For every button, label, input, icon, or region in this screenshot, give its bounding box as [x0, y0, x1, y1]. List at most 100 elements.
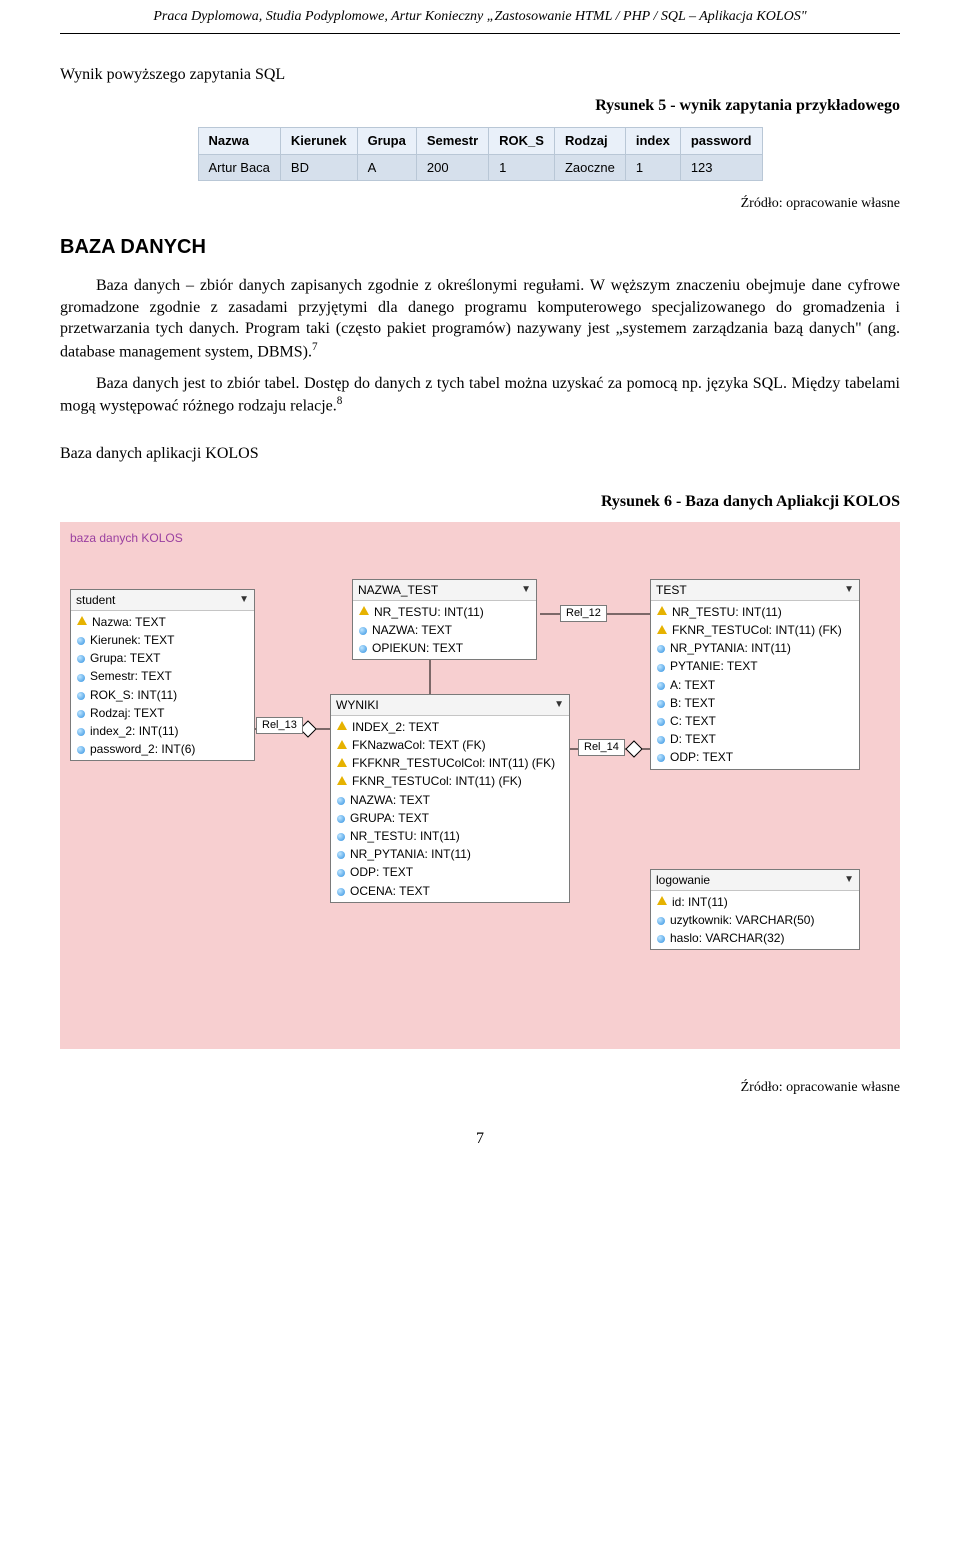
column-item: NR_TESTU: INT(11): [353, 603, 536, 621]
column-item: Rodzaj: TEXT: [71, 704, 254, 722]
column-item: A: TEXT: [651, 676, 859, 694]
column-text: NR_TESTU: INT(11): [672, 604, 782, 620]
figure-5-source: Źródło: opracowanie własne: [60, 195, 900, 214]
table-name: TEST: [656, 582, 840, 598]
column-icon: [337, 797, 345, 805]
table-row: Artur BacaBDA2001Zaoczne1123: [199, 155, 762, 181]
table-name: NAZWA_TEST: [358, 582, 517, 598]
column-text: FKNR_TESTUCol: INT(11) (FK): [672, 622, 842, 638]
figure-6-caption: Rysunek 6 - Baza danych Apliakcji KOLOS: [60, 491, 900, 513]
column-icon: [77, 655, 85, 663]
chevron-down-icon[interactable]: ▼: [239, 593, 249, 607]
column-header: password: [681, 128, 762, 155]
footnote-ref-7: 7: [312, 341, 318, 353]
key-icon: [657, 606, 667, 615]
schema-table-nazwa-test[interactable]: NAZWA_TEST ▼ NR_TESTU: INT(11) NAZWA: TEXT…: [352, 579, 537, 661]
schema-table-student[interactable]: student▼ Nazwa: TEXTKierunek: TEXTGrupa:…: [70, 589, 255, 762]
sub-heading: Baza danych aplikacji KOLOS: [60, 443, 900, 465]
section-title-baza-danych: BAZA DANYCH: [60, 234, 900, 261]
column-icon: [337, 869, 345, 877]
column-text: FKFKNR_TESTUColCol: INT(11) (FK): [352, 755, 555, 771]
body-paragraph-2: Baza danych jest to zbiór tabel. Dostęp …: [60, 373, 900, 418]
column-item: index_2: INT(11): [71, 722, 254, 740]
column-item: C: TEXT: [651, 712, 859, 730]
key-icon: [337, 721, 347, 730]
column-text: NAZWA: TEXT: [372, 622, 452, 638]
key-icon: [337, 740, 347, 749]
table-cell: 123: [681, 155, 762, 181]
column-text: FKNazwaCol: TEXT (FK): [352, 737, 486, 753]
column-text: NAZWA: TEXT: [350, 792, 430, 808]
column-text: Semestr: TEXT: [90, 668, 172, 684]
column-icon: [77, 746, 85, 754]
key-icon: [359, 606, 369, 615]
column-text: NR_PYTANIA: INT(11): [670, 640, 791, 656]
column-item: NR_PYTANIA: INT(11): [651, 639, 859, 657]
column-header: Semestr: [417, 128, 489, 155]
chevron-down-icon[interactable]: ▼: [521, 583, 531, 597]
relation-label-12: Rel_12: [560, 605, 607, 622]
column-list: NR_TESTU: INT(11) NAZWA: TEXT OPIEKUN: TEX…: [353, 601, 536, 660]
column-text: D: TEXT: [670, 731, 716, 747]
body-paragraph-1: Baza danych – zbiór danych zapisanych zg…: [60, 275, 900, 363]
table-name: logowanie: [656, 872, 840, 888]
chevron-down-icon[interactable]: ▼: [844, 873, 854, 887]
column-item: NR_PYTANIA: INT(11): [331, 845, 569, 863]
schema-table-test[interactable]: TEST ▼ NR_TESTU: INT(11) FKNR_TESTUCol: IN…: [650, 579, 860, 770]
column-text: ROK_S: INT(11): [90, 687, 177, 703]
column-icon: [359, 645, 367, 653]
column-item: OPIEKUN: TEXT: [353, 639, 536, 657]
column-item: NR_TESTU: INT(11): [331, 827, 569, 845]
column-text: NR_TESTU: INT(11): [374, 604, 484, 620]
column-item: FKFKNR_TESTUColCol: INT(11) (FK): [331, 754, 569, 772]
schema-table-wyniki[interactable]: WYNIKI ▼ INDEX_2: TEXT FKNazwaCol: TEXT (F…: [330, 694, 570, 903]
column-list: INDEX_2: TEXT FKNazwaCol: TEXT (FK) FKFKNR…: [331, 716, 569, 902]
footnote-ref-8: 8: [337, 395, 343, 407]
column-item: Kierunek: TEXT: [71, 631, 254, 649]
key-icon: [337, 776, 347, 785]
column-icon: [77, 637, 85, 645]
key-icon: [657, 625, 667, 634]
column-icon: [657, 718, 665, 726]
column-item: ODP: TEXT: [651, 748, 859, 766]
column-text: PYTANIE: TEXT: [670, 658, 758, 674]
column-item: uzytkownik: VARCHAR(50): [651, 911, 859, 929]
column-item: B: TEXT: [651, 694, 859, 712]
column-text: uzytkownik: VARCHAR(50): [670, 912, 814, 928]
column-header: Grupa: [358, 128, 417, 155]
column-text: C: TEXT: [670, 713, 716, 729]
column-text: GRUPA: TEXT: [350, 810, 429, 826]
column-header: Rodzaj: [555, 128, 626, 155]
column-item: haslo: VARCHAR(32): [651, 929, 859, 947]
column-text: OCENA: TEXT: [350, 883, 430, 899]
table-cell: A: [358, 155, 417, 181]
column-text: ODP: TEXT: [670, 749, 733, 765]
table-name: WYNIKI: [336, 697, 550, 713]
column-text: INDEX_2: TEXT: [352, 719, 439, 735]
column-text: NR_TESTU: INT(11): [350, 828, 460, 844]
column-item: NAZWA: TEXT: [331, 791, 569, 809]
column-icon: [337, 833, 345, 841]
column-item: id: INT(11): [651, 893, 859, 911]
column-list: NR_TESTU: INT(11) FKNR_TESTUCol: INT(11) …: [651, 601, 859, 769]
table-cell: 200: [417, 155, 489, 181]
schema-diagram: baza danych KOLOS student▼ Nazwa: TEXTKi…: [60, 522, 900, 1048]
column-item: Nazwa: TEXT: [71, 613, 254, 631]
column-item: Semestr: TEXT: [71, 667, 254, 685]
key-icon: [337, 758, 347, 767]
column-header: ROK_S: [489, 128, 555, 155]
column-item: GRUPA: TEXT: [331, 809, 569, 827]
column-item: OCENA: TEXT: [331, 882, 569, 900]
chevron-down-icon[interactable]: ▼: [554, 698, 564, 712]
column-text: id: INT(11): [672, 894, 728, 910]
column-item: NAZWA: TEXT: [353, 621, 536, 639]
column-icon: [657, 736, 665, 744]
column-icon: [77, 674, 85, 682]
column-item: D: TEXT: [651, 730, 859, 748]
table-cell: Zaoczne: [555, 155, 626, 181]
schema-table-logowanie[interactable]: logowanie ▼ id: INT(11) uzytkownik: VARCHA…: [650, 869, 860, 951]
column-text: A: TEXT: [670, 677, 715, 693]
column-header: Nazwa: [199, 128, 281, 155]
chevron-down-icon[interactable]: ▼: [844, 583, 854, 597]
column-text: OPIEKUN: TEXT: [372, 640, 463, 656]
